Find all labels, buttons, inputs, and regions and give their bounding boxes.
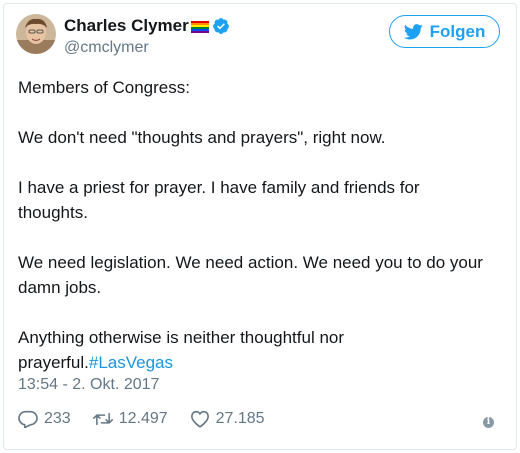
tweet-paragraph: We need legislation. We need action. We … xyxy=(18,253,483,297)
tweet-last-text: Anything otherwise is neither thoughtful… xyxy=(18,328,345,372)
tweet-paragraph: We don't need "thoughts and prayers", ri… xyxy=(18,128,386,147)
avatar[interactable] xyxy=(16,14,56,54)
tweet-actions: 233 12.497 27.185 xyxy=(18,410,287,428)
reply-icon xyxy=(18,410,38,428)
author-handle[interactable]: @cmclymer xyxy=(64,39,230,57)
tweet-timestamp[interactable]: 13:54 - 2. Okt. 2017 xyxy=(18,376,159,394)
name-row: Charles Clymer xyxy=(64,15,230,37)
retweet-count: 12.497 xyxy=(118,410,168,427)
display-name[interactable]: Charles Clymer xyxy=(64,16,189,36)
tweet-paragraph: Members of Congress: xyxy=(18,78,190,97)
avatar-photo-icon xyxy=(16,14,56,54)
info-icon[interactable]: i xyxy=(483,417,494,428)
heart-icon xyxy=(190,410,209,428)
tweet-text: Members of Congress: We don't need "thou… xyxy=(18,75,488,375)
reply-count: 233 xyxy=(44,410,71,427)
retweet-button[interactable]: 12.497 xyxy=(92,410,168,428)
hashtag-link[interactable]: #LasVegas xyxy=(89,353,173,372)
retweet-icon xyxy=(92,412,113,426)
tweet-paragraph-last: Anything otherwise is neither thoughtful… xyxy=(18,325,488,375)
like-count: 27.185 xyxy=(215,410,265,427)
follow-button-label: Folgen xyxy=(429,21,486,41)
verified-badge-icon xyxy=(212,17,230,35)
twitter-bird-icon xyxy=(403,23,423,39)
tweet-paragraph: I have a priest for prayer. I have famil… xyxy=(18,178,420,222)
reply-button[interactable]: 233 xyxy=(18,410,71,428)
rainbow-flag-icon xyxy=(190,20,209,33)
tweet-card: Charles Clymer @cmclymer Folgen Members … xyxy=(3,3,517,450)
like-button[interactable]: 27.185 xyxy=(190,410,265,428)
follow-button[interactable]: Folgen xyxy=(389,15,500,48)
tweet-header: Charles Clymer @cmclymer Folgen xyxy=(16,14,500,64)
author-names: Charles Clymer @cmclymer xyxy=(64,15,230,57)
